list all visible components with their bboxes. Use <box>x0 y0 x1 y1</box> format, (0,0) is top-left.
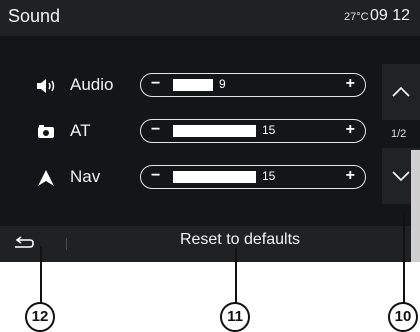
back-button[interactable] <box>4 229 44 259</box>
back-arrow-icon <box>15 236 34 248</box>
header-bar: Sound 27°C 09 12 <box>0 0 420 36</box>
level-value: 15 <box>262 169 276 183</box>
increase-button[interactable]: + <box>346 167 355 185</box>
row-label: AT <box>70 121 91 140</box>
level-fill <box>173 171 256 183</box>
level-value: 15 <box>262 123 276 137</box>
divider <box>66 238 67 250</box>
row-label: Audio <box>70 75 114 94</box>
row-nav: Nav − 15 + <box>0 162 380 194</box>
sound-settings-screen: Sound 27°C 09 12 Audio − 9 + AT − 15 + N… <box>0 0 420 262</box>
chevron-up-icon <box>392 86 410 97</box>
callout-11: 11 <box>220 302 250 332</box>
row-audio: Audio − 9 + <box>0 70 380 102</box>
row-label: Nav <box>70 167 101 186</box>
increase-button[interactable]: + <box>346 75 355 93</box>
decrease-button[interactable]: − <box>151 121 160 139</box>
callout-10: 10 <box>388 302 418 332</box>
speaker-icon <box>35 78 57 94</box>
level-fill <box>173 125 256 137</box>
phone-icon <box>35 124 57 140</box>
footer-bar: Reset to defaults <box>0 226 420 262</box>
page-indicator: 1/2 <box>391 128 407 140</box>
callout-line-11 <box>235 248 237 304</box>
callout-line-12 <box>40 246 42 304</box>
nav-volume-slider[interactable]: − 15 + <box>140 165 366 189</box>
reset-to-defaults-button[interactable]: Reset to defaults <box>120 231 360 249</box>
temperature-readout: 27°C <box>344 11 369 23</box>
decrease-button[interactable]: − <box>151 75 160 93</box>
callout-12: 12 <box>25 302 55 332</box>
decrease-button[interactable]: − <box>151 167 160 185</box>
level-value: 9 <box>219 77 226 91</box>
at-volume-slider[interactable]: − 15 + <box>140 119 366 143</box>
row-at: AT − 15 + <box>0 116 380 148</box>
callout-line-10 <box>403 212 405 304</box>
increase-button[interactable]: + <box>346 121 355 139</box>
page-up-button[interactable] <box>382 64 420 120</box>
audio-volume-slider[interactable]: − 9 + <box>140 73 366 97</box>
scrollbar[interactable] <box>411 150 420 262</box>
navigation-arrow-icon <box>35 170 57 186</box>
clock: 09 12 <box>370 7 411 24</box>
screen-title: Sound <box>8 6 61 26</box>
level-fill <box>173 79 213 91</box>
